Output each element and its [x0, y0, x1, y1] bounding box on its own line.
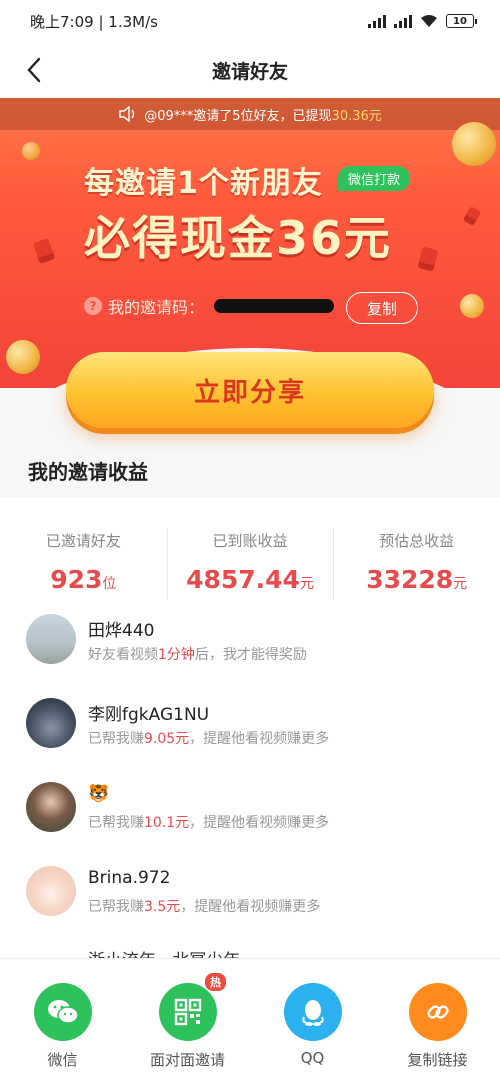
hot-badge: 热 — [205, 973, 226, 991]
battery-icon: 10 — [446, 14, 477, 28]
speaker-icon — [119, 106, 135, 122]
avatar — [26, 782, 76, 832]
wechat-icon — [33, 983, 92, 1041]
share-face-to-face[interactable]: 热 面对面邀请 — [125, 959, 250, 1083]
share-wechat[interactable]: 微信 — [0, 959, 125, 1083]
share-label: 复制链接 — [407, 1051, 468, 1069]
status-bar: 晚上7:09 | 1.3M/s 10 — [0, 0, 500, 42]
signal-hd-icon — [394, 14, 412, 28]
share-label: 微信 — [47, 1051, 78, 1069]
headline-invite: 每邀请1个新朋友 — [84, 166, 323, 201]
envelope-decoration — [417, 246, 439, 272]
stat-estimated: 预估总收益 33228元 — [333, 510, 500, 610]
envelope-decoration — [32, 237, 56, 265]
stat-label: 已邀请好友 — [45, 532, 121, 550]
battery-level: 10 — [453, 15, 467, 27]
section-title: 我的邀请收益 — [28, 460, 148, 484]
stat-received: 已到账收益 4857.44元 — [166, 510, 334, 610]
status-icons: 10 — [368, 14, 477, 28]
invite-banner: @09***邀请了5位好友，已提现30.36元 每邀请1个新朋友 微信打款 必得… — [0, 98, 500, 388]
avatar — [26, 698, 76, 748]
stat-invited: 已邀请好友 923位 — [0, 510, 167, 610]
invite-code-redacted — [214, 299, 335, 313]
wifi-icon — [421, 15, 437, 27]
friend-item[interactable]: 🐯 已帮我赚10.1元，提醒他看视频赚更多 — [26, 782, 476, 842]
stat-value: 923位 — [50, 565, 117, 594]
qq-icon — [283, 983, 342, 1041]
friend-name: 李刚fgkAG1NU — [88, 705, 210, 725]
ticker-amount: 30.36元 — [331, 108, 382, 124]
friend-name: 田烨440 — [88, 621, 155, 641]
share-now-button[interactable]: 立即分享 — [66, 352, 434, 428]
friend-item[interactable]: 田烨440 好友看视频1分钟后，我才能得奖励 — [26, 614, 476, 674]
copy-code-button[interactable]: 复制 — [346, 292, 418, 324]
coin-decoration — [460, 294, 484, 318]
headline-cash: 必得现金36元 — [84, 211, 393, 265]
back-button[interactable] — [18, 54, 50, 86]
chevron-left-icon — [27, 57, 41, 83]
avatar — [26, 866, 76, 916]
status-time: 晚上7:09 | 1.3M/s — [30, 12, 158, 31]
announcement-ticker: @09***邀请了5位好友，已提现30.36元 — [0, 98, 500, 130]
invite-code-row: ? 我的邀请码： — [84, 294, 335, 318]
stat-label: 预估总收益 — [379, 532, 455, 550]
nav-bar: 邀请好友 — [0, 42, 500, 98]
friend-name: Brina.972 — [88, 868, 171, 888]
earnings-stats: 已邀请好友 923位 已到账收益 4857.44元 预估总收益 33228元 — [0, 510, 500, 610]
invite-code-label: 我的邀请码： — [108, 298, 205, 317]
friend-item[interactable]: 李刚fgkAG1NU 已帮我赚9.05元，提醒他看视频赚更多 — [26, 698, 476, 758]
stat-value: 33228元 — [366, 565, 468, 594]
friend-item[interactable]: Brina.972 已帮我赚3.5元，提醒他看视频赚更多 — [26, 866, 476, 926]
page-title: 邀请好友 — [211, 60, 288, 83]
avatar — [26, 614, 76, 664]
signal-icon — [368, 14, 386, 28]
friend-desc: 已帮我赚3.5元，提醒他看视频赚更多 — [88, 899, 321, 915]
stat-value: 4857.44元 — [186, 565, 314, 594]
friend-name: 🐯 — [88, 784, 110, 804]
link-icon — [408, 983, 467, 1041]
stat-label: 已到账收益 — [212, 532, 288, 550]
help-icon[interactable]: ? — [84, 297, 102, 315]
share-label: 面对面邀请 — [149, 1051, 225, 1069]
share-qq[interactable]: QQ — [250, 959, 375, 1083]
share-label: QQ — [300, 1049, 325, 1067]
share-copy-link[interactable]: 复制链接 — [375, 959, 500, 1083]
friend-desc: 已帮我赚9.05元，提醒他看视频赚更多 — [88, 731, 330, 747]
coin-decoration — [452, 122, 496, 166]
share-options-bar: 微信 热 面对面邀请 QQ 复制链接 — [0, 958, 500, 1083]
friend-desc: 好友看视频1分钟后，我才能得奖励 — [88, 647, 307, 663]
wechat-payout-tag: 微信打款 — [338, 166, 411, 191]
coin-decoration — [6, 340, 40, 374]
envelope-decoration — [462, 206, 482, 226]
friend-desc: 已帮我赚10.1元，提醒他看视频赚更多 — [88, 815, 330, 831]
coin-decoration — [22, 142, 40, 160]
friend-name-peek: 浙小流年 · 北冥少年 — [88, 946, 240, 958]
ticker-text: @09***邀请了5位好友，已提现30.36元 — [144, 108, 382, 124]
qrcode-icon — [158, 983, 217, 1041]
